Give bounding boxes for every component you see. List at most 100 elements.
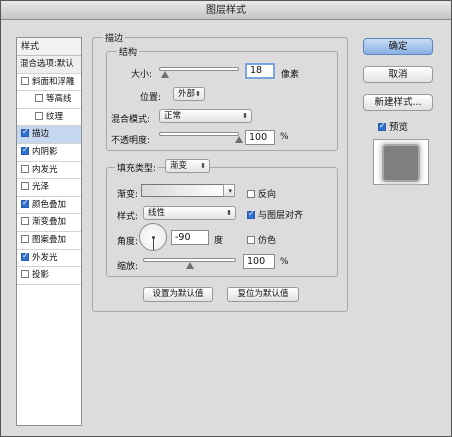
style-select-value: 线性 xyxy=(148,208,166,218)
fill-type-select-value: 渐变 xyxy=(170,161,188,171)
new-style-button[interactable]: 新建样式... xyxy=(363,94,433,111)
fill-type-select[interactable]: 渐变 ⬍ xyxy=(165,159,210,173)
style-item-label: 纹理 xyxy=(46,111,64,122)
style-item-label: 颜色叠加 xyxy=(32,199,67,210)
angle-dial[interactable] xyxy=(139,223,167,251)
style-item[interactable]: 内阴影 xyxy=(17,144,81,162)
stroke-section-title: 描边 xyxy=(103,31,126,44)
position-select[interactable]: 外部 ⬍ xyxy=(173,87,205,101)
gradient-label: 渐变: xyxy=(117,190,139,200)
style-item[interactable]: 等高线 xyxy=(17,91,81,109)
position-label: 位置: xyxy=(140,93,162,103)
styles-header[interactable]: 样式 xyxy=(17,38,81,56)
ok-button[interactable]: 确定 xyxy=(363,38,433,55)
style-item-label: 图案叠加 xyxy=(32,234,67,245)
style-item[interactable]: 描边 xyxy=(17,126,81,144)
style-checkbox[interactable] xyxy=(21,217,29,226)
style-item-label: 斜面和浮雕 xyxy=(32,76,75,87)
preview-label: 预览 xyxy=(389,122,409,133)
style-checkbox[interactable] xyxy=(21,164,29,173)
style-item-label: 内发光 xyxy=(32,164,58,175)
style-checkbox[interactable] xyxy=(21,234,29,243)
preview-option[interactable]: 预览 xyxy=(378,119,408,133)
style-item-label: 外发光 xyxy=(32,252,58,263)
style-checkbox[interactable] xyxy=(35,94,43,103)
size-slider[interactable] xyxy=(159,67,239,71)
align-label: 与图层对齐 xyxy=(258,211,304,221)
angle-label: 角度: xyxy=(117,237,139,247)
style-checkbox[interactable] xyxy=(21,270,29,279)
style-item-label: 描边 xyxy=(32,129,50,140)
opacity-label: 不透明度: xyxy=(111,136,151,146)
style-checkbox[interactable] xyxy=(21,198,29,208)
opacity-slider[interactable] xyxy=(159,132,239,136)
style-label: 样式: xyxy=(117,212,139,222)
style-item-label: 投影 xyxy=(32,270,50,281)
reverse-checkbox[interactable] xyxy=(247,190,255,198)
dither-label: 仿色 xyxy=(258,236,277,246)
style-checkbox[interactable] xyxy=(21,76,29,85)
position-select-value: 外部 xyxy=(178,89,196,99)
style-checkbox[interactable] xyxy=(21,182,29,191)
gradient-dropdown[interactable]: ▾ xyxy=(223,184,235,197)
style-item-label: 等高线 xyxy=(46,94,72,105)
gradient-swatch[interactable] xyxy=(141,184,227,197)
size-slider-thumb[interactable] xyxy=(161,71,170,78)
cancel-button[interactable]: 取消 xyxy=(363,66,433,83)
style-item[interactable]: 内发光 xyxy=(17,162,81,180)
blend-mode-select[interactable]: 正常 ⬍ xyxy=(159,109,252,123)
angle-dial-needle xyxy=(153,238,154,250)
chevron-updown-icon: ⬍ xyxy=(226,209,232,217)
style-checkbox[interactable] xyxy=(21,127,29,138)
reverse-option[interactable]: 反向 xyxy=(247,187,276,200)
style-item[interactable]: 纹理 xyxy=(17,109,81,127)
style-item-label: 内阴影 xyxy=(32,146,58,157)
style-checkbox[interactable] xyxy=(35,111,43,120)
scale-slider-thumb[interactable] xyxy=(185,262,194,269)
blending-options-item[interactable]: 混合选项:默认 xyxy=(17,56,81,74)
style-checkbox[interactable] xyxy=(21,251,29,261)
style-item[interactable]: 颜色叠加 xyxy=(17,197,81,215)
style-preview-thumbnail xyxy=(373,139,429,185)
scale-unit: % xyxy=(280,257,289,267)
layer-style-dialog: 图层样式 样式 混合选项:默认 斜面和浮雕等高线纹理描边内阴影内发光光泽颜色叠加… xyxy=(0,0,452,437)
dialog-title: 图层样式 xyxy=(1,1,451,20)
size-label: 大小: xyxy=(131,70,153,80)
opacity-unit: % xyxy=(280,132,289,142)
size-input[interactable]: 18 xyxy=(245,63,275,79)
chevron-updown-icon: ⬍ xyxy=(242,112,248,120)
structure-title: 结构 xyxy=(117,45,140,58)
preview-swatch xyxy=(382,144,420,182)
scale-label: 缩放: xyxy=(117,262,139,272)
style-select[interactable]: 线性 ⬍ xyxy=(143,206,236,220)
style-item[interactable]: 光泽 xyxy=(17,179,81,197)
fill-type-label: 填充类型: xyxy=(115,161,159,174)
chevron-updown-icon: ⬍ xyxy=(195,90,201,98)
angle-unit: 度 xyxy=(214,236,224,246)
style-item[interactable]: 外发光 xyxy=(17,250,81,268)
style-item[interactable]: 斜面和浮雕 xyxy=(17,74,81,92)
scale-input[interactable]: 100 xyxy=(243,254,275,269)
chevron-updown-icon: ⬍ xyxy=(200,162,206,170)
align-with-layer-checkbox[interactable] xyxy=(247,209,255,219)
blend-mode-label: 混合模式: xyxy=(111,115,151,125)
dither-option[interactable]: 仿色 xyxy=(247,233,276,246)
angle-input[interactable]: -90 xyxy=(171,230,209,245)
style-item[interactable]: 投影 xyxy=(17,267,81,285)
styles-list: 样式 混合选项:默认 斜面和浮雕等高线纹理描边内阴影内发光光泽颜色叠加渐变叠加图… xyxy=(16,37,82,426)
style-checkbox[interactable] xyxy=(21,145,29,155)
preview-checkbox[interactable] xyxy=(378,121,386,131)
size-unit: 像素 xyxy=(281,70,300,80)
opacity-input[interactable]: 100 xyxy=(245,130,275,145)
chevron-down-icon: ▾ xyxy=(228,187,232,195)
set-default-button[interactable]: 设置为默认值 xyxy=(143,287,213,302)
style-item[interactable]: 渐变叠加 xyxy=(17,214,81,232)
style-item-label: 渐变叠加 xyxy=(32,217,67,228)
reset-default-button[interactable]: 复位为默认值 xyxy=(227,287,299,302)
style-item[interactable]: 图案叠加 xyxy=(17,232,81,250)
style-item-label: 光泽 xyxy=(32,182,50,193)
blend-mode-select-value: 正常 xyxy=(164,111,182,121)
align-option[interactable]: 与图层对齐 xyxy=(247,208,303,221)
dither-checkbox[interactable] xyxy=(247,236,255,244)
opacity-slider-thumb[interactable] xyxy=(235,136,243,143)
